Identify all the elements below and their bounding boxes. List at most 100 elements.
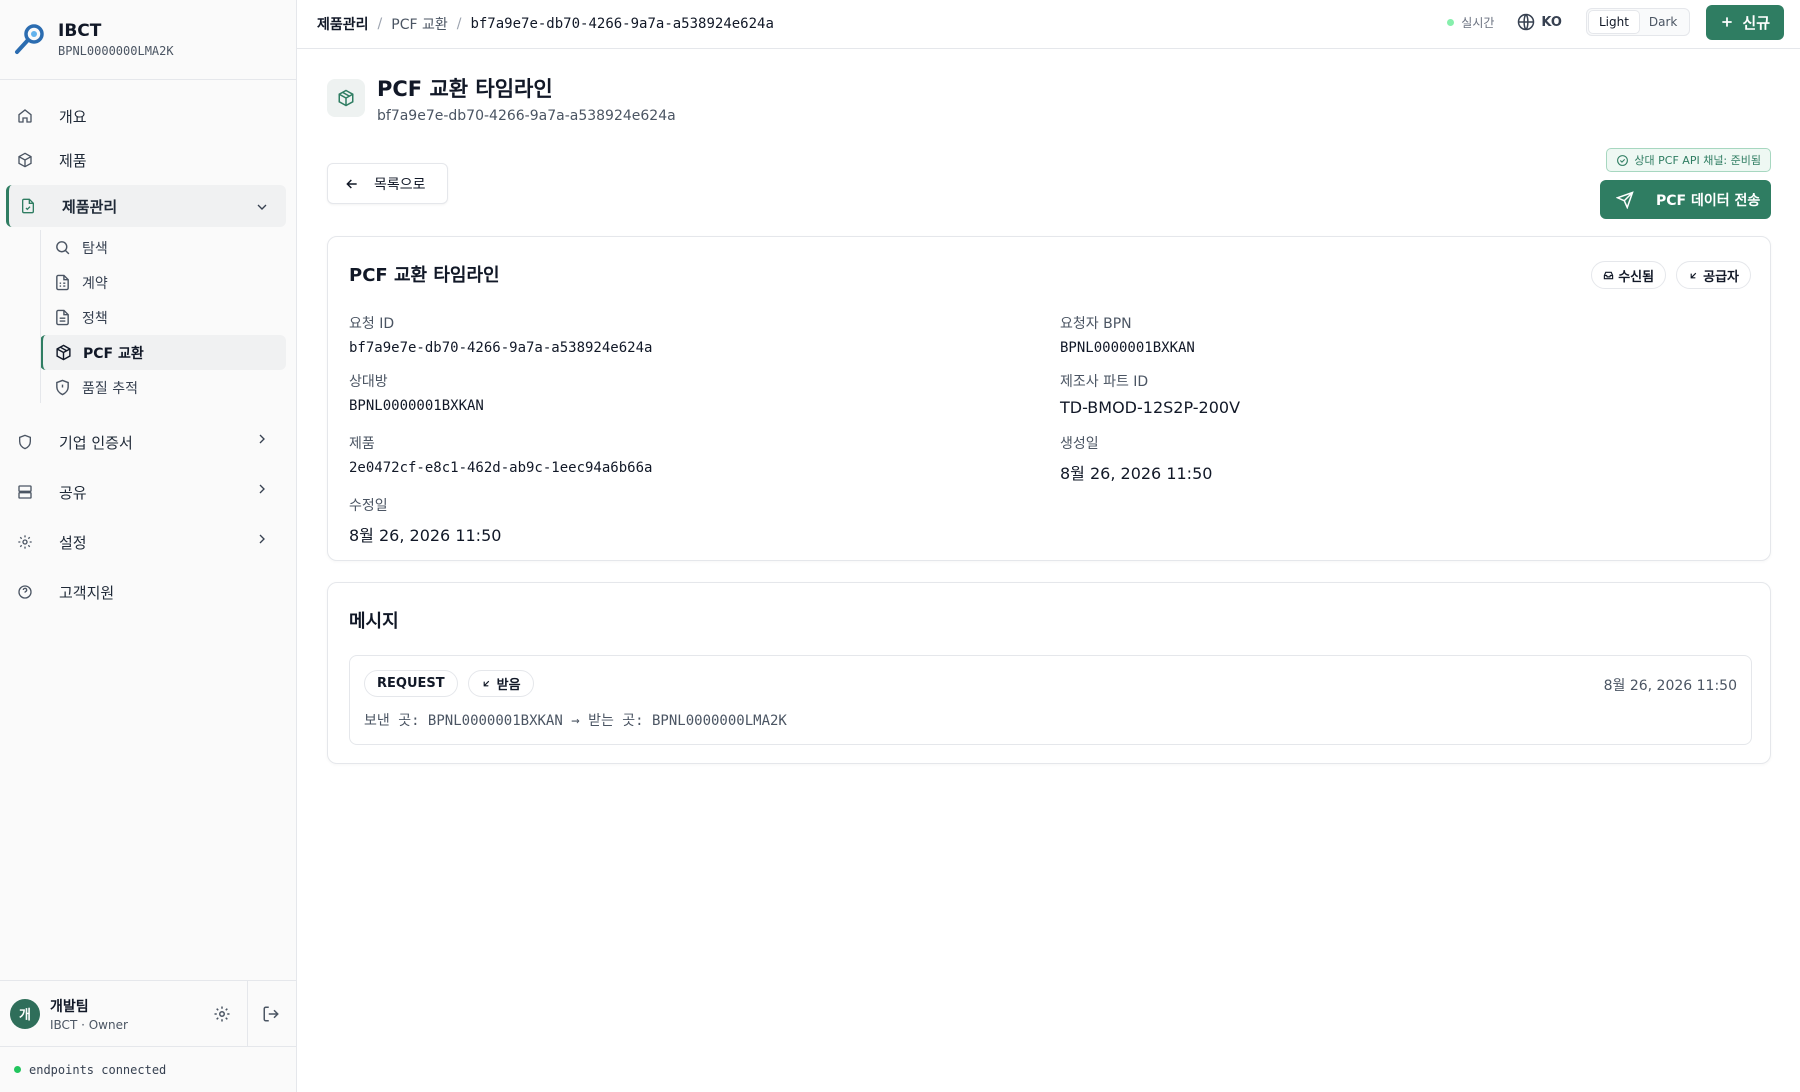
brand-bpn: BPNL0000000LMA2K — [58, 44, 174, 58]
sidebar-item-label: 고객지원 — [59, 583, 115, 602]
page-subtitle: bf7a9e7e-db70-4266-9a7a-a538924e624a — [377, 108, 676, 124]
language-label: KO — [1541, 14, 1562, 30]
field-product: 제품 2e0472cf-e8c1-462d-ab9c-1eec94a6b66a — [349, 436, 653, 476]
live-indicator: 실시간 — [1447, 14, 1494, 31]
api-channel-status-badge: 상대 PCF API 채널: 준비됨 — [1606, 148, 1771, 172]
check-circle-icon — [1617, 154, 1629, 166]
sidebar-subitem-contracts[interactable]: 계약 — [42, 265, 286, 300]
search-icon — [54, 239, 72, 257]
sidebar-item-label: 공유 — [59, 483, 87, 502]
arrow-down-left-icon — [1690, 272, 1697, 278]
sidebar-item-overview[interactable]: 개요 — [0, 94, 296, 138]
sidebar-nav: 개요 제품 제품관리 탐색 계약 정책 PCF 교환 품질 추적 기업 인증서 … — [0, 80, 296, 617]
sidebar-subitem-label: 탐색 — [82, 240, 108, 257]
server-icon — [16, 483, 34, 501]
message-item[interactable]: REQUEST 받음 8월 26, 2026 11:50 보낸 곳: BPNL0… — [349, 655, 1752, 745]
sidebar-item-label: 제품 — [59, 151, 87, 170]
breadcrumb-item[interactable]: 제품관리 — [317, 14, 369, 34]
sidebar-subitem-policies[interactable]: 정책 — [42, 300, 286, 335]
sidebar-item-certificates[interactable]: 기업 인증서 — [0, 417, 296, 467]
breadcrumb-item[interactable]: PCF 교환 — [391, 14, 447, 34]
sidebar-item-products[interactable]: 제품 — [0, 138, 296, 182]
api-channel-status-text: 상대 PCF API 채널: 준비됨 — [1634, 154, 1761, 167]
logout-icon[interactable] — [262, 1005, 280, 1023]
shield-alert-icon — [54, 379, 72, 397]
box-icon — [16, 151, 34, 169]
avatar[interactable]: 개 — [10, 998, 40, 1029]
sidebar-item-label: 제품관리 — [62, 197, 118, 216]
arrow-down-left-icon — [483, 680, 489, 687]
sidebar-item-sharing[interactable]: 공유 — [0, 467, 296, 517]
theme-light-button[interactable]: Light — [1588, 11, 1639, 33]
live-dot — [1447, 18, 1455, 26]
sidebar-item-settings[interactable]: 설정 — [0, 517, 296, 567]
sidebar-subitem-label: 정책 — [82, 310, 108, 327]
help-circle-icon — [16, 583, 34, 601]
user-role: IBCT · Owner — [50, 1017, 128, 1032]
page-header: PCF 교환 타임라인 bf7a9e7e-db70-4266-9a7a-a538… — [327, 73, 676, 124]
message-timestamp: 8월 26, 2026 11:50 — [1603, 678, 1737, 694]
send-button-label: PCF 데이터 전송 — [1656, 192, 1761, 209]
new-button-label: 신규 — [1742, 13, 1770, 32]
send-icon — [1616, 190, 1634, 209]
topbar: 제품관리 / PCF 교환 / bf7a9e7e-db70-4266-9a7a-… — [297, 0, 1800, 49]
topbar-actions: 실시간 KO Light Dark 신규 — [1447, 4, 1784, 40]
gear-icon — [16, 533, 34, 551]
brand-title: IBCT — [58, 21, 102, 41]
shield-icon — [16, 433, 34, 451]
page-title: PCF 교환 타임라인 — [377, 77, 553, 101]
theme-dark-button[interactable]: Dark — [1639, 11, 1687, 33]
sidebar: IBCT BPNL0000000LMA2K 개요 제품 제품관리 탐색 계약 정… — [0, 0, 297, 1092]
plus-icon — [1722, 17, 1733, 27]
sidebar-subnav: 탐색 계약 정책 PCF 교환 품질 추적 — [40, 230, 296, 405]
inbox-icon — [1604, 271, 1614, 279]
sidebar-item-label: 개요 — [59, 107, 87, 126]
arrow-left-icon — [346, 178, 357, 189]
field-counterparty: 상대방 BPNL0000001BXKAN — [349, 374, 484, 414]
home-icon — [16, 107, 34, 125]
sidebar-item-label: 기업 인증서 — [59, 433, 133, 452]
main-content: PCF 교환 타임라인 bf7a9e7e-db70-4266-9a7a-a538… — [297, 49, 1800, 1092]
sidebar-item-label: 설정 — [59, 533, 87, 552]
contract-icon — [54, 274, 72, 292]
sidebar-subitem-quality-tracking[interactable]: 품질 추적 — [42, 370, 286, 405]
field-manufacturer-part-id: 제조사 파트 ID TD-BMOD-12S2P-200V — [1060, 374, 1241, 417]
timeline-card-title: PCF 교환 타임라인 — [349, 265, 500, 286]
field-created: 생성일 8월 26, 2026 11:50 — [1060, 436, 1213, 483]
messages-card: 메시지 REQUEST 받음 8월 26, 2026 11:50 보낸 곳: B… — [327, 582, 1771, 764]
breadcrumb: 제품관리 / PCF 교환 / bf7a9e7e-db70-4266-9a7a-… — [317, 14, 774, 34]
chevron-right-icon — [259, 484, 265, 494]
message-type-badge: REQUEST — [364, 670, 458, 697]
globe-icon — [1518, 13, 1535, 31]
sidebar-subitem-pcf-exchange[interactable]: PCF 교환 — [40, 335, 286, 370]
sidebar-item-product-management[interactable]: 제품관리 — [6, 185, 286, 227]
connection-status: endpoints connected — [0, 1046, 296, 1092]
sidebar-subitem-explore[interactable]: 탐색 — [42, 230, 286, 265]
connection-status-text: endpoints connected — [29, 1062, 167, 1077]
field-modified: 수정일 8월 26, 2026 11:50 — [349, 498, 502, 545]
timeline-card: PCF 교환 타임라인 수신됨 공급자 요청 ID bf7a9e7e-db70-… — [327, 236, 1771, 561]
back-button-label: 목록으로 — [374, 176, 426, 193]
chevron-right-icon — [259, 434, 265, 444]
user-settings-gear-icon[interactable] — [213, 1005, 231, 1023]
chevron-down-icon — [257, 204, 267, 210]
breadcrumb-current: bf7a9e7e-db70-4266-9a7a-a538924e624a — [470, 16, 774, 32]
sidebar-subitem-label: PCF 교환 — [83, 345, 144, 362]
supplier-badge: 공급자 — [1676, 261, 1751, 289]
timeline-chips: 수신됨 공급자 — [1581, 261, 1751, 289]
connection-dot — [14, 1066, 21, 1073]
received-badge: 수신됨 — [1591, 261, 1667, 289]
sidebar-item-support[interactable]: 고객지원 — [0, 567, 296, 617]
package-icon — [327, 79, 365, 117]
message-direction-badge: 받음 — [467, 670, 534, 697]
file-check-icon — [19, 197, 37, 215]
user-box: 개 개발팀 IBCT · Owner — [0, 980, 296, 1047]
chevron-right-icon — [259, 534, 265, 544]
language-selector[interactable]: KO — [1516, 12, 1562, 32]
back-to-list-button[interactable]: 목록으로 — [327, 163, 448, 204]
brand[interactable]: IBCT BPNL0000000LMA2K — [0, 0, 296, 80]
sidebar-subitem-label: 품질 추적 — [82, 380, 138, 397]
field-requester-bpn: 요청자 BPN BPNL0000001BXKAN — [1060, 316, 1195, 356]
new-button[interactable]: 신규 — [1706, 4, 1784, 40]
send-pcf-data-button[interactable]: PCF 데이터 전송 — [1600, 180, 1771, 219]
